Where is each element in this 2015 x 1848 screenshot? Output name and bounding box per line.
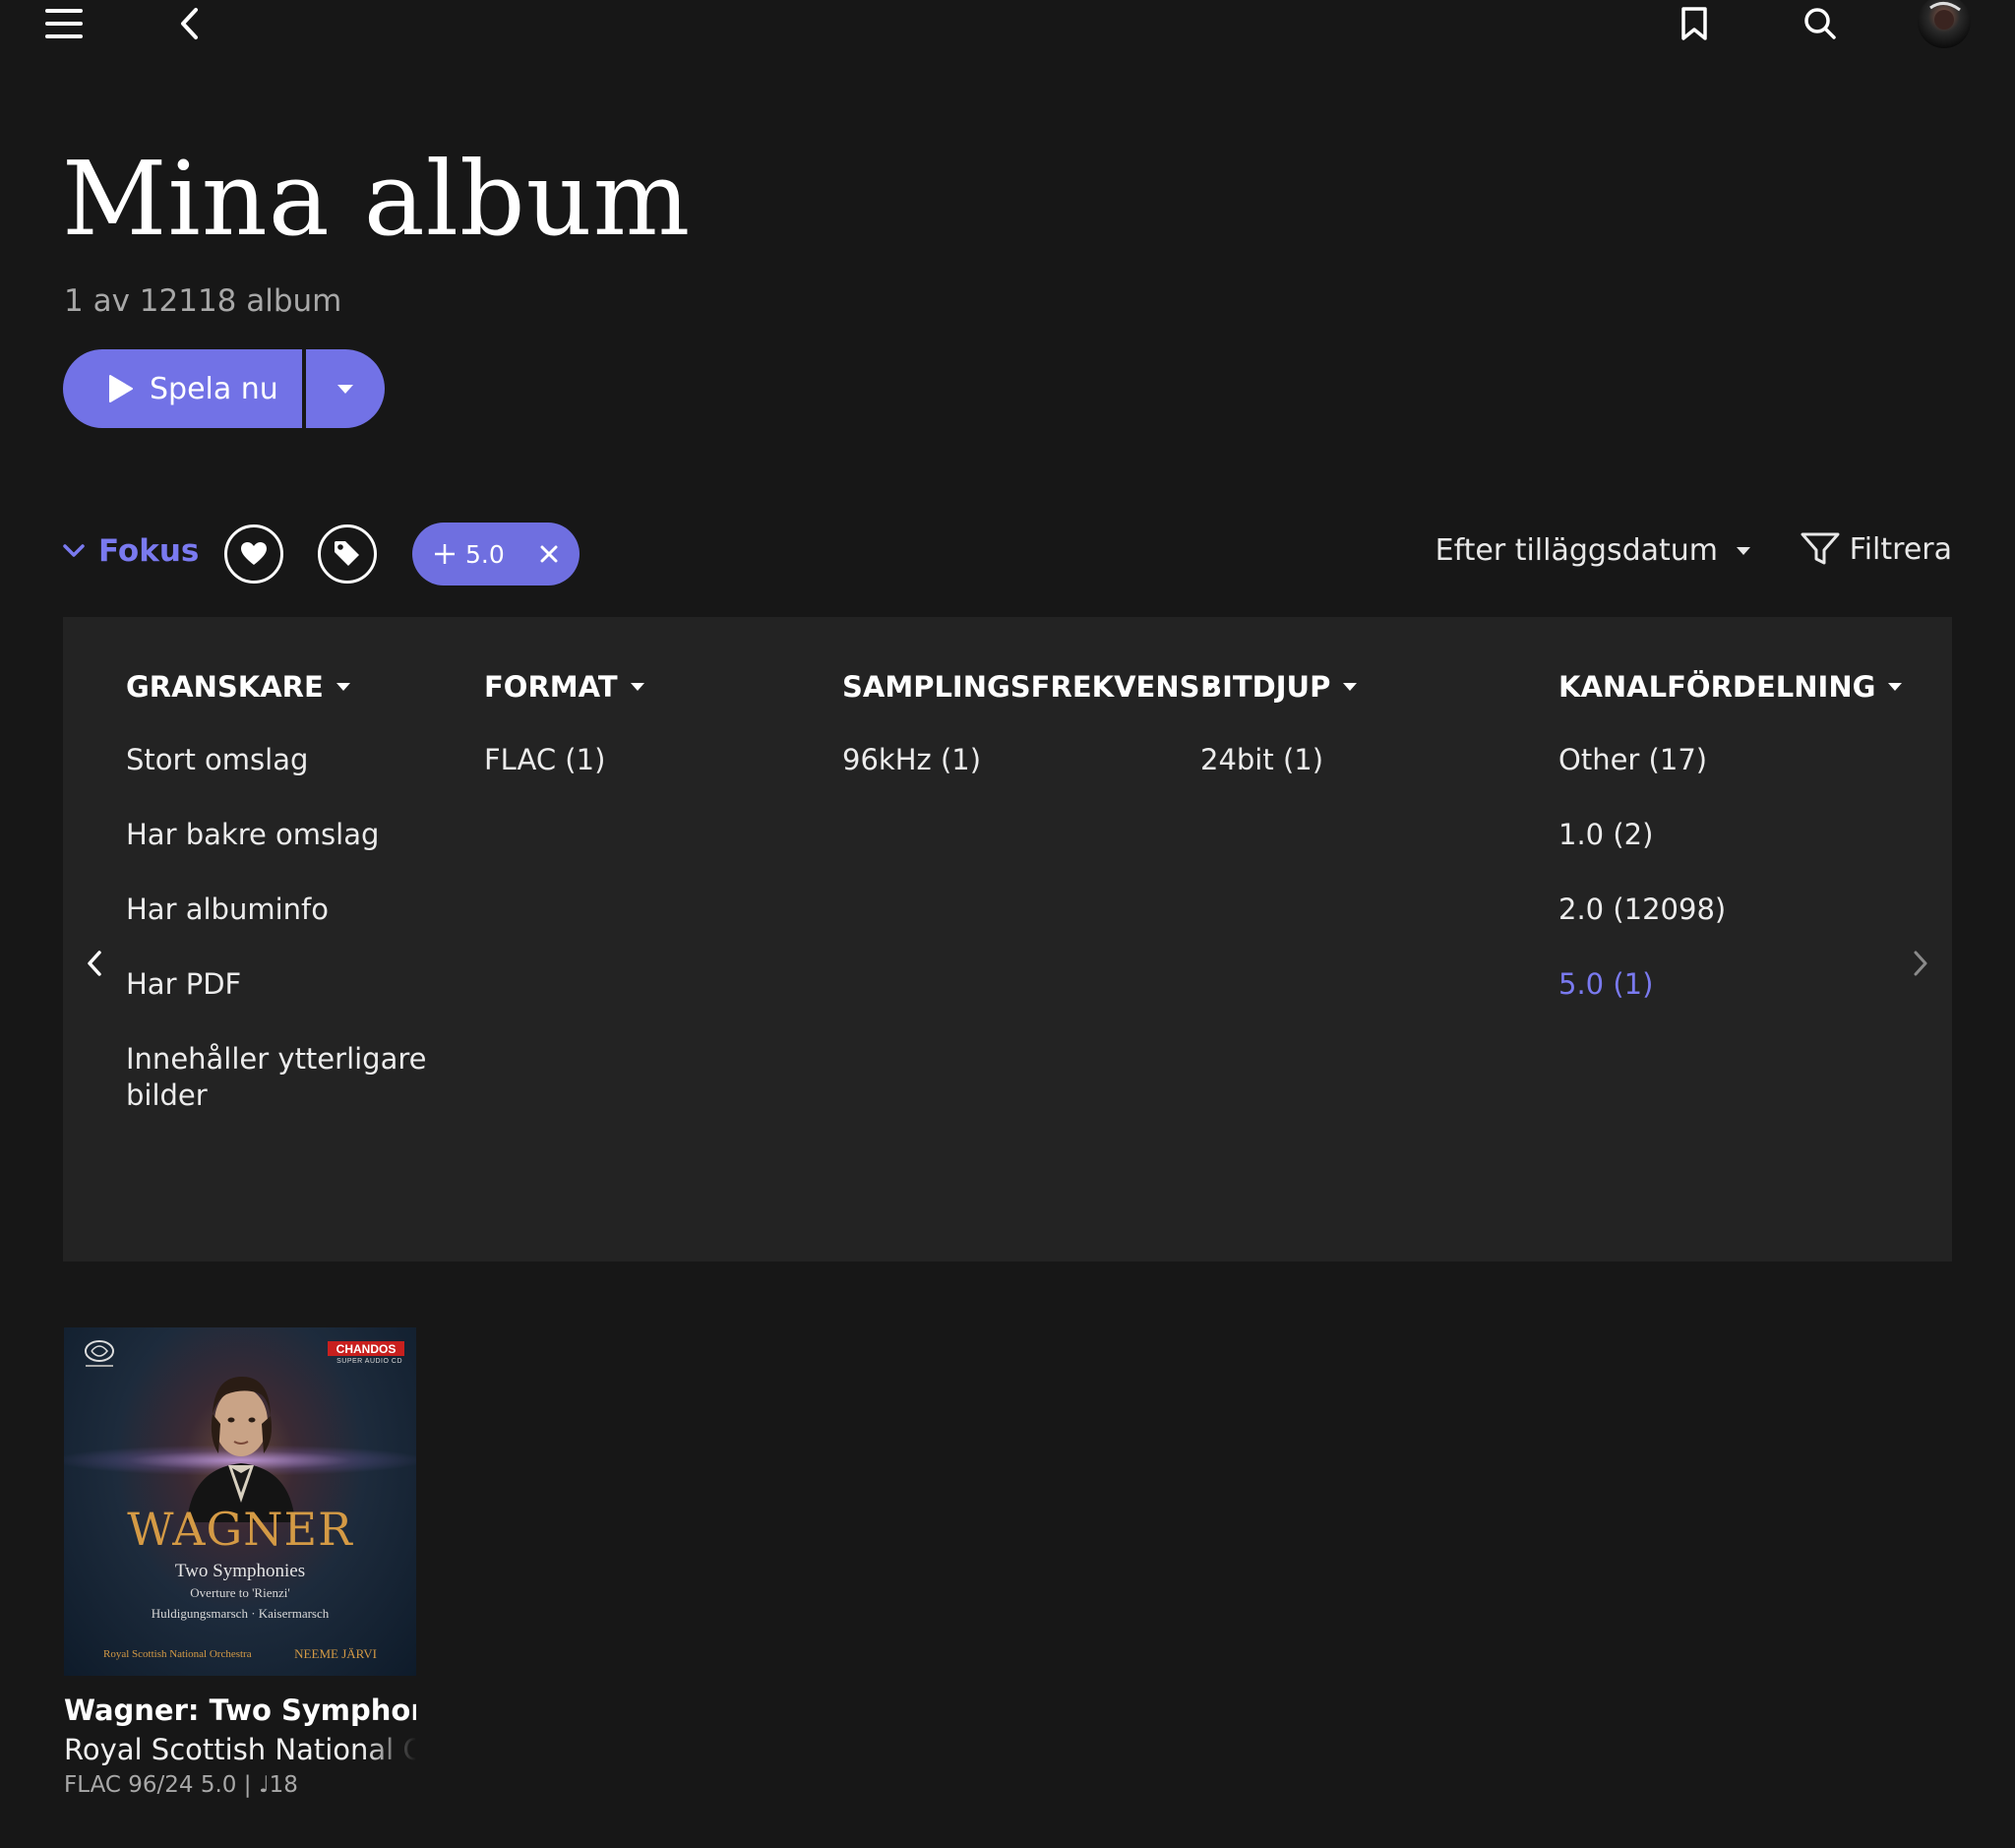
- filter-column-channels: KANALFÖRDELNING: [1558, 666, 1903, 708]
- caret-down-icon: [1737, 546, 1750, 555]
- album-cover[interactable]: CHANDOS SUPER AUDIO CD WAGNER Two Sympho…: [64, 1327, 416, 1676]
- composer-portrait: [177, 1355, 305, 1522]
- cover-conductor: NEEME JÄRVI: [294, 1646, 377, 1661]
- play-icon: [109, 375, 133, 402]
- filter-label: Filtrera: [1849, 531, 1952, 567]
- filter-option-extra-images[interactable]: Innehåller ytterligare bilder: [126, 1041, 427, 1114]
- album-count: 1 av 12118 album: [64, 283, 342, 319]
- page-title: Mina album: [62, 139, 692, 259]
- filter-option-extra-images-line1: Innehåller ytterligare: [126, 1042, 427, 1076]
- filter-option-flac[interactable]: FLAC (1): [484, 742, 605, 778]
- album-card[interactable]: CHANDOS SUPER AUDIO CD WAGNER Two Sympho…: [64, 1327, 416, 1798]
- filter-column-reviewer: GRANSKARE: [126, 666, 351, 708]
- cover-orchestra: Royal Scottish National Orchestra: [103, 1648, 252, 1660]
- filter-option-other[interactable]: Other (17): [1558, 742, 1707, 778]
- filter-option-back-cover[interactable]: Har bakre omslag: [126, 817, 379, 853]
- caret-down-icon: [1888, 683, 1903, 691]
- play-now-button[interactable]: Spela nu: [63, 349, 302, 428]
- active-filter-label: 5.0: [465, 539, 505, 569]
- filter-header-bitdjup[interactable]: BITDJUP: [1200, 666, 1358, 708]
- album-artist[interactable]: Royal Scottish National Orchestra: [64, 1733, 416, 1766]
- chevron-left-icon[interactable]: [169, 2, 209, 45]
- filter-header-samplingsfrekvens[interactable]: SAMPLINGSFREKVENS: [842, 666, 1218, 708]
- sacd-logo-icon: [80, 1339, 119, 1371]
- chevron-down-icon: [63, 544, 85, 557]
- caret-down-icon: [1343, 683, 1358, 691]
- filter-header-kanalfordelning[interactable]: KANALFÖRDELNING: [1558, 666, 1903, 708]
- fokus-toggle[interactable]: Fokus: [63, 533, 199, 569]
- filter-button[interactable]: Filtrera: [1801, 531, 1952, 567]
- caret-down-icon: [336, 683, 350, 691]
- panel-scroll-left-icon[interactable]: [83, 949, 106, 978]
- filter-option-5-0[interactable]: 5.0 (1): [1558, 966, 1653, 1003]
- filter-header-granskare[interactable]: GRANSKARE: [126, 666, 351, 708]
- album-meta: FLAC 96/24 5.0 | ♩18: [64, 1772, 298, 1798]
- active-filter-chip[interactable]: 5.0: [412, 523, 580, 585]
- fokus-label: Fokus: [98, 533, 200, 569]
- filter-column-bit-depth: BITDJUP: [1200, 666, 1358, 708]
- play-options-dropdown[interactable]: [306, 349, 385, 428]
- cover-line2: Huldigungsmarsch · Kaisermarsch: [151, 1606, 330, 1621]
- filter-header-label: BITDJUP: [1200, 670, 1331, 704]
- filter-option-pdf[interactable]: Har PDF: [126, 966, 241, 1003]
- heart-icon: [241, 542, 267, 565]
- caret-down-icon: [337, 384, 353, 394]
- cover-label-sub: SUPER AUDIO CD: [336, 1358, 402, 1365]
- filter-option-large-cover[interactable]: Stort omslag: [126, 742, 308, 778]
- funnel-icon: [1801, 532, 1840, 565]
- tag-icon: [335, 541, 359, 566]
- filter-column-format: FORMAT: [484, 666, 645, 708]
- filter-header-label: GRANSKARE: [126, 670, 324, 704]
- close-icon[interactable]: [540, 545, 558, 563]
- filter-option-24bit[interactable]: 24bit (1): [1200, 742, 1323, 778]
- filter-panel: GRANSKARE Stort omslag Har bakre omslag …: [63, 617, 1952, 1262]
- filter-option-2-0[interactable]: 2.0 (12098): [1558, 892, 1726, 928]
- caret-down-icon: [630, 683, 644, 691]
- filter-header-label: SAMPLINGSFREKVENS: [842, 670, 1200, 704]
- cover-label: CHANDOS: [328, 1341, 404, 1356]
- filter-option-1-0[interactable]: 1.0 (2): [1558, 817, 1653, 853]
- favorite-filter-button[interactable]: [224, 524, 283, 584]
- album-title[interactable]: Wagner: Two Symphonies: [64, 1694, 416, 1727]
- filter-header-label: FORMAT: [484, 670, 618, 704]
- plus-icon: [435, 544, 455, 564]
- filter-header-label: KANALFÖRDELNING: [1558, 670, 1876, 704]
- cover-subtitle: Two Symphonies: [174, 1561, 306, 1581]
- sort-dropdown[interactable]: Efter tilläggsdatum: [1435, 533, 1751, 568]
- hamburger-menu-icon[interactable]: [39, 2, 89, 45]
- filter-option-album-info[interactable]: Har albuminfo: [126, 892, 329, 928]
- user-avatar[interactable]: [1917, 0, 1972, 49]
- play-button-group: Spela nu: [63, 349, 385, 428]
- filter-column-sample-rate: SAMPLINGSFREKVENS: [842, 666, 1218, 708]
- filter-header-format[interactable]: FORMAT: [484, 666, 645, 708]
- tag-filter-button[interactable]: [318, 524, 377, 584]
- play-now-label: Spela nu: [150, 371, 278, 406]
- search-icon[interactable]: [1801, 2, 1840, 45]
- filter-option-96khz[interactable]: 96kHz (1): [842, 742, 981, 778]
- filter-option-extra-images-line2: bilder: [126, 1078, 208, 1112]
- panel-scroll-right-icon[interactable]: [1909, 949, 1932, 978]
- sort-label: Efter tilläggsdatum: [1435, 533, 1718, 568]
- bookmark-icon[interactable]: [1675, 2, 1714, 45]
- cover-line1: Overture to 'Rienzi': [190, 1585, 290, 1600]
- cover-composer: WAGNER: [127, 1503, 353, 1556]
